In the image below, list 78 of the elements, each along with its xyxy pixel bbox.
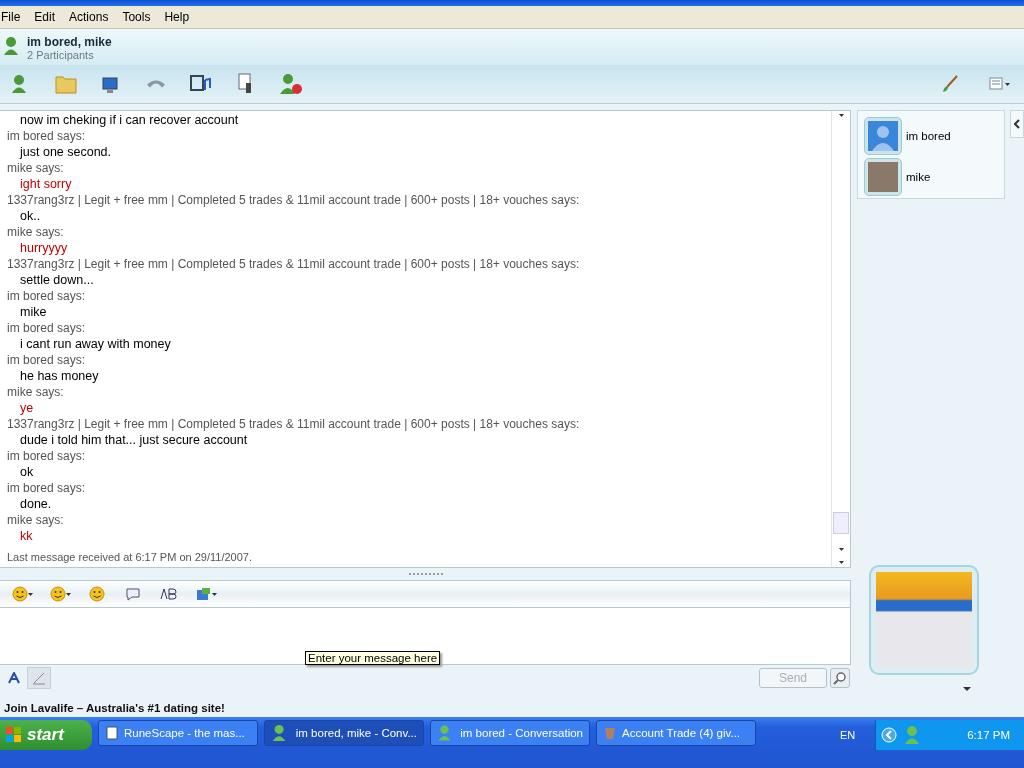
advertisement-text[interactable]: Join Lavalife – Australia's #1 dating site! <box>0 702 851 717</box>
language-indicator[interactable]: EN <box>840 729 856 741</box>
message-text: ok <box>20 465 34 479</box>
participant-name: im bored <box>906 130 951 142</box>
sender-line: im bored says: <box>7 128 87 144</box>
caret-icon <box>838 114 844 117</box>
sender-line: mike says: <box>7 384 65 400</box>
scrollbar[interactable] <box>831 111 850 567</box>
chevron-left-icon <box>1014 119 1020 129</box>
sender-line: im bored says: <box>7 320 87 336</box>
chevron-left-icon[interactable] <box>881 727 898 743</box>
folder-icon <box>55 74 77 94</box>
message-text: dude i told him that... just secure account <box>20 433 248 447</box>
message-input[interactable]: Enter your message here <box>0 608 851 665</box>
sender-line: 1337rang3rz | Legit + free mm | Completed 5 trades & 11mil account trade | 600+ posts | 18+ vouches says: <box>7 192 581 208</box>
caret-icon <box>27 592 33 596</box>
message-text: ok.. <box>20 209 41 223</box>
caret-icon <box>838 548 844 551</box>
letter-icon <box>8 672 20 684</box>
menu-item[interactable]: Edit <box>27 10 63 24</box>
message-text: ight sorry <box>20 177 72 191</box>
taskbar-button[interactable]: im bored - Conversation <box>430 720 590 746</box>
sender-line: im bored says: <box>7 288 87 304</box>
monitor-icon <box>101 74 121 94</box>
caret-icon <box>211 592 217 596</box>
menu-item[interactable]: File <box>0 10 28 24</box>
message-text: now im cheking if i can recover account <box>20 113 239 127</box>
taskbar-button[interactable]: RuneScape - the mas... <box>98 720 258 746</box>
caret-icon <box>838 561 844 564</box>
conversation-title: im bored, mike <box>27 35 112 49</box>
sender-line: mike says: <box>7 512 65 528</box>
text-format-icon <box>160 587 178 601</box>
message-text: he has money <box>20 369 99 383</box>
windows-logo-icon <box>6 727 22 743</box>
message-text: settle down... <box>20 273 94 287</box>
search-button[interactable] <box>830 668 850 688</box>
block-button[interactable] <box>278 71 304 97</box>
sender-line: im bored says: <box>7 448 87 464</box>
cup-icon <box>603 726 617 740</box>
sender-line: mike says: <box>7 160 65 176</box>
message-text: mike <box>20 305 47 319</box>
sender-line: mike says: <box>7 224 65 240</box>
participant-name: mike <box>906 171 931 183</box>
last-message-status: Last message received at 6:17 PM on 29/11/2007. <box>7 551 253 563</box>
menu-item[interactable]: Actions <box>62 10 116 24</box>
person-block-icon <box>279 73 303 95</box>
caret-icon <box>65 592 71 596</box>
message-text: ye <box>20 401 34 415</box>
tooltip: Enter your message here <box>305 651 441 665</box>
message-text: done. <box>20 497 52 511</box>
smiley-icon <box>11 586 28 602</box>
message-text: kk <box>20 529 33 543</box>
collapse-button[interactable] <box>1010 110 1024 138</box>
search-icon <box>833 671 847 685</box>
picture-icon <box>195 587 212 601</box>
scroll-thumb[interactable] <box>833 512 849 534</box>
sender-line: 1337rang3rz | Legit + free mm | Completed 5 trades & 11mil account trade | 600+ posts | 18+ vouches says: <box>7 256 581 272</box>
brush-icon <box>941 75 959 93</box>
participant-count: 2 Participants <box>27 49 95 61</box>
clock: 6:17 PM <box>967 729 1010 741</box>
message-text: hurryyyy <box>20 241 68 255</box>
speech-bubble-icon <box>125 587 141 601</box>
sender-line: im bored says: <box>7 352 87 368</box>
taskbar-button[interactable]: im bored, mike - Conv... <box>264 720 424 746</box>
document-icon <box>105 726 119 740</box>
menu-item[interactable]: Tools <box>115 10 158 24</box>
taskbar-button[interactable]: Account Trade (4) giv... <box>596 720 756 746</box>
phone-icon <box>147 80 165 88</box>
caret-icon[interactable] <box>963 687 971 691</box>
message-text: just one second. <box>20 145 112 159</box>
window-icon <box>988 76 1005 92</box>
film-music-icon <box>190 74 212 94</box>
pen-icon <box>32 671 46 685</box>
sender-line: 1337rang3rz | Legit + free mm | Completed 5 trades & 11mil account trade | 600+ posts | 18+ vouches says: <box>7 416 581 432</box>
caret-icon <box>1004 82 1010 86</box>
sender-line: im bored says: <box>7 480 87 496</box>
menu-item[interactable]: Help <box>157 10 197 24</box>
message-text: i cant run away with money <box>20 337 171 351</box>
